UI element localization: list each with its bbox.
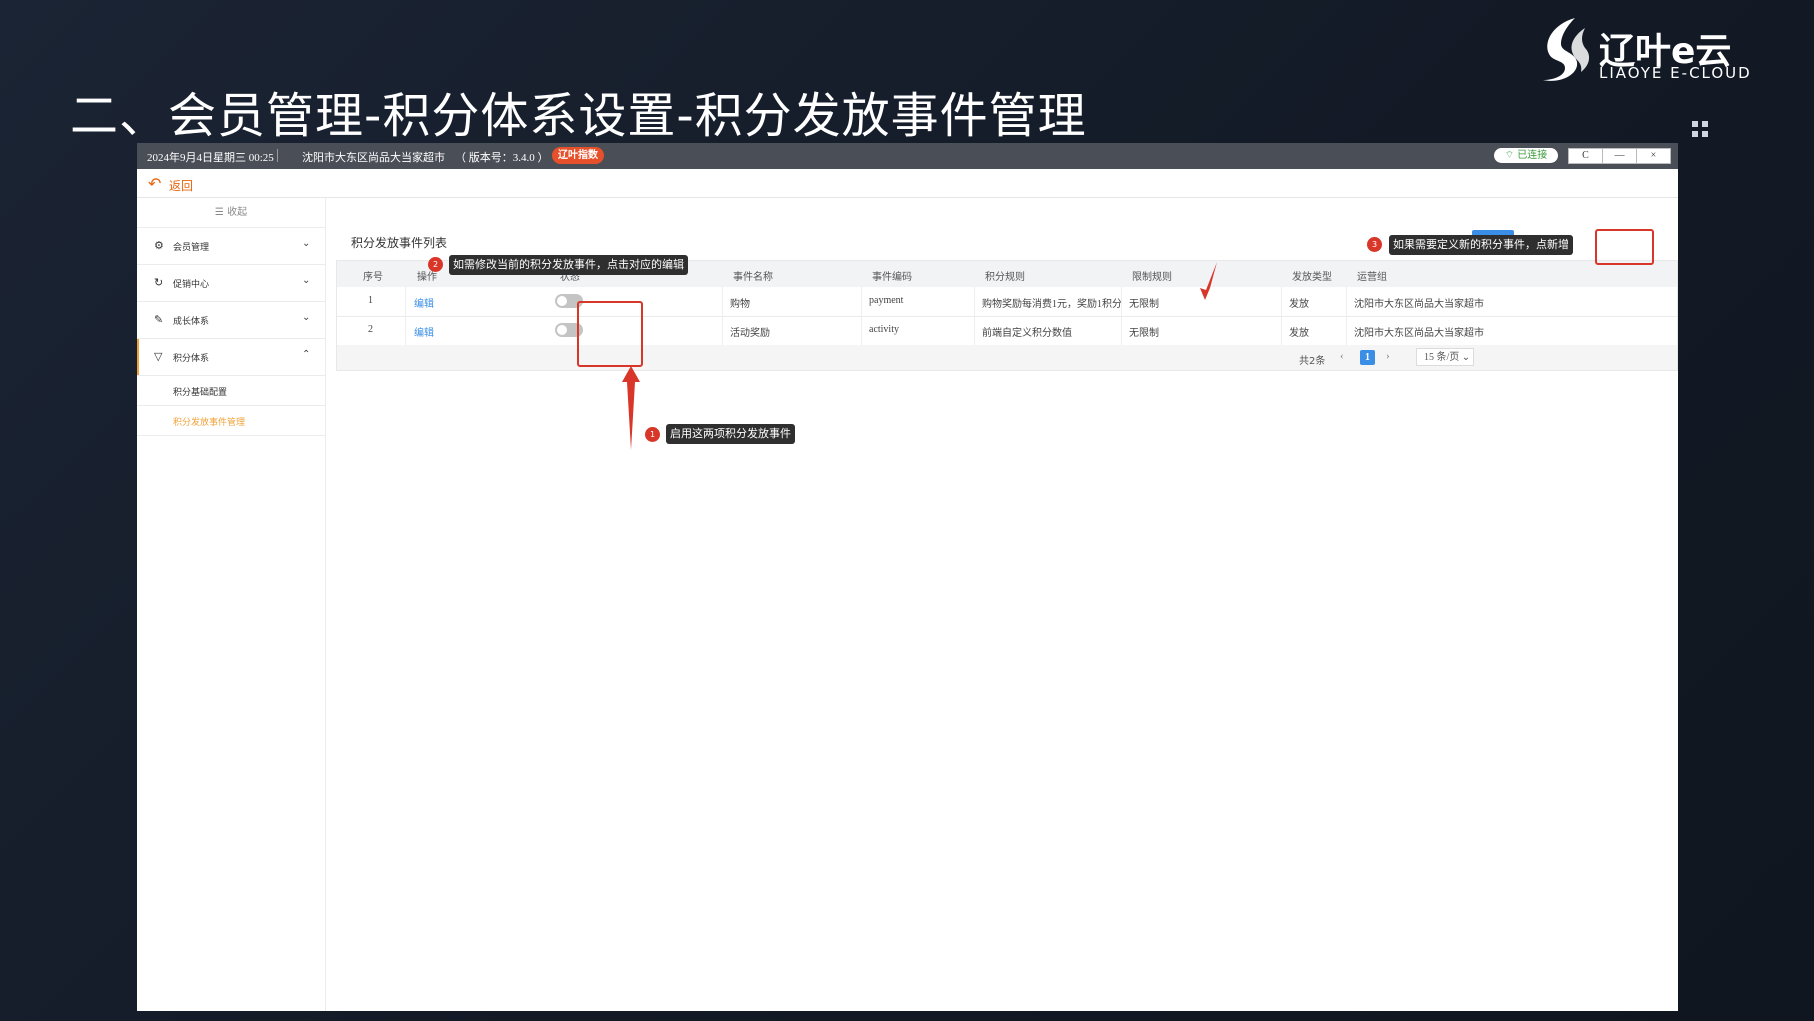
annotation-number: 1 bbox=[645, 427, 660, 442]
annotation-tip-add: 如果需要定义新的积分事件，点新增 bbox=[1389, 235, 1573, 255]
arrow-up-icon bbox=[622, 366, 640, 450]
annotation-tip-edit: 如需修改当前的积分发放事件，点击对应的编辑 bbox=[449, 255, 688, 275]
annotation-number: 2 bbox=[428, 257, 443, 272]
annotation-tip-enable: 启用这两项积分发放事件 bbox=[666, 424, 795, 444]
annotation-arrows bbox=[622, 262, 1217, 450]
annotation-number: 3 bbox=[1367, 237, 1382, 252]
arrow-down-icon bbox=[1200, 262, 1217, 300]
